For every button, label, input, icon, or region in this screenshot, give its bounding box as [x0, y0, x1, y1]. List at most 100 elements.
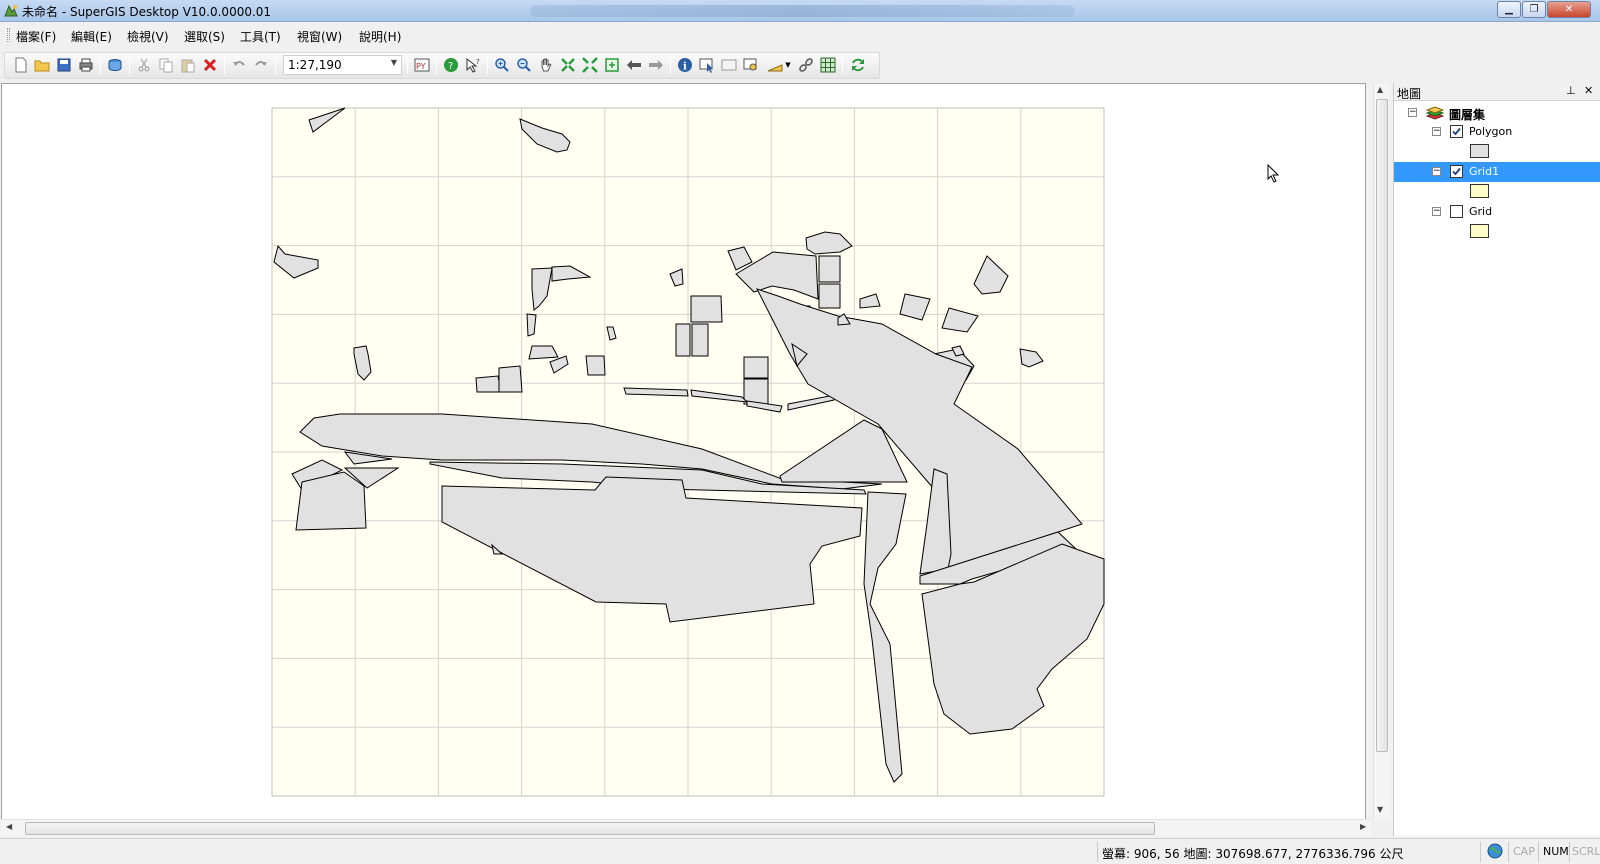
map-polygon — [498, 365, 523, 393]
previous-extent-button[interactable] — [625, 56, 643, 74]
undo-button[interactable] — [230, 56, 248, 74]
copy-icon — [159, 58, 173, 73]
close-icon: ✕ — [1564, 4, 1574, 15]
menu-grip[interactable] — [7, 28, 10, 42]
overview-button[interactable] — [819, 56, 837, 74]
menu-file[interactable]: 檔案(F) — [16, 28, 56, 45]
pan-button[interactable] — [537, 56, 555, 74]
refresh-button[interactable] — [849, 56, 867, 74]
collapse-icon[interactable]: − — [1408, 108, 1417, 117]
hyperlink-button[interactable] — [797, 56, 815, 74]
measure-dropdown[interactable]: ▼ — [784, 56, 792, 74]
scroll-right-icon[interactable]: ▶ — [1360, 822, 1366, 831]
map-polygon — [818, 283, 841, 309]
minimize-icon: ▁ — [1505, 4, 1513, 15]
legend-swatch[interactable] — [1470, 224, 1489, 238]
collapse-icon[interactable]: − — [1432, 127, 1441, 136]
legend-swatch[interactable] — [1470, 144, 1489, 158]
menu-window[interactable]: 視窗(W) — [297, 28, 342, 45]
save-button[interactable] — [55, 56, 73, 74]
redo-button[interactable] — [252, 56, 270, 74]
vertical-scrollbar[interactable]: ▲ ▼ — [1373, 83, 1389, 819]
toolbar-separator — [275, 57, 276, 74]
identify-button[interactable]: i — [676, 56, 694, 74]
clear-selection-button[interactable] — [720, 56, 738, 74]
undo-icon — [233, 61, 245, 66]
scroll-left-icon[interactable]: ◀ — [6, 822, 12, 831]
pin-icon[interactable]: ⊥ — [1566, 84, 1576, 97]
fixed-zoom-out-icon — [582, 57, 598, 73]
select-features-button[interactable] — [698, 56, 716, 74]
toolbar-separator — [842, 57, 843, 74]
zoom-out-icon — [517, 58, 531, 72]
menu-help[interactable]: 說明(H) — [359, 28, 401, 45]
chevron-down-icon[interactable]: ▼ — [391, 58, 397, 67]
scroll-down-icon[interactable]: ▼ — [1377, 805, 1383, 814]
help-button[interactable]: ? — [442, 56, 460, 74]
toolbar-separator — [436, 57, 437, 74]
title-bar: 未命名 - SuperGIS Desktop V10.0.0000.01 ▁ ❐… — [0, 0, 1600, 22]
status-separator — [1538, 842, 1539, 862]
new-document-button[interactable] — [12, 56, 30, 74]
add-data-button[interactable] — [106, 56, 124, 74]
minimize-button[interactable]: ▁ — [1497, 1, 1521, 18]
layer-group-row[interactable]: − 圖層集 — [1394, 103, 1600, 123]
toolbar: 1:27,190 ▼ PY ? ? i ▼ — [0, 52, 1600, 80]
open-button[interactable] — [33, 56, 51, 74]
measure-button[interactable] — [766, 56, 784, 74]
fixed-zoom-in-button[interactable] — [559, 56, 577, 74]
python-button[interactable]: PY — [413, 56, 431, 74]
next-extent-button[interactable] — [647, 56, 665, 74]
close-panel-icon[interactable]: ✕ — [1584, 84, 1593, 97]
status-separator — [1508, 842, 1509, 862]
toolbar-separator — [670, 57, 671, 74]
legend-swatch[interactable] — [1470, 184, 1489, 198]
scroll-up-icon[interactable]: ▲ — [1377, 85, 1383, 94]
print-button[interactable] — [77, 56, 95, 74]
layer-visibility-checkbox[interactable] — [1450, 125, 1463, 138]
cut-button[interactable] — [135, 56, 153, 74]
checkmark-icon — [1452, 127, 1461, 136]
layer-visibility-checkbox[interactable] — [1450, 205, 1463, 218]
copy-button[interactable] — [157, 56, 175, 74]
scale-combobox[interactable]: 1:27,190 ▼ — [283, 55, 402, 75]
mouse-cursor-icon — [1267, 164, 1279, 183]
map-canvas[interactable] — [2, 84, 1366, 823]
layer-row-grid1[interactable]: − Grid1 — [1394, 162, 1600, 182]
layer-row-polygon[interactable]: − Polygon — [1394, 122, 1600, 142]
map-view[interactable] — [1, 83, 1366, 823]
full-extent-button[interactable] — [603, 56, 621, 74]
collapse-icon[interactable]: − — [1432, 167, 1441, 176]
close-button[interactable]: ✕ — [1547, 1, 1591, 18]
paste-button[interactable] — [179, 56, 197, 74]
refresh-icon — [852, 58, 864, 72]
add-data-icon — [108, 59, 122, 72]
collapse-icon[interactable]: − — [1432, 207, 1441, 216]
map-tips-button[interactable] — [742, 56, 760, 74]
horizontal-scroll-thumb[interactable] — [25, 822, 1155, 835]
layer-row-grid[interactable]: − Grid — [1394, 202, 1600, 222]
menu-view[interactable]: 檢視(V) — [127, 28, 169, 45]
toolbar-separator — [487, 57, 488, 74]
checkmark-icon — [1452, 167, 1461, 176]
zoom-in-button[interactable] — [493, 56, 511, 74]
menu-tools[interactable]: 工具(T) — [240, 28, 281, 45]
menu-select[interactable]: 選取(S) — [184, 28, 225, 45]
open-folder-icon — [34, 60, 50, 72]
toc-title: 地圖 — [1397, 87, 1422, 101]
num-lock-indicator: NUM — [1543, 845, 1569, 858]
full-extent-icon — [605, 58, 619, 72]
horizontal-scrollbar[interactable]: ◀ ▶ — [1, 819, 1371, 836]
status-separator — [1097, 842, 1098, 862]
redo-icon — [255, 61, 267, 66]
vertical-scroll-thumb[interactable] — [1376, 99, 1388, 752]
delete-button[interactable] — [201, 56, 219, 74]
layer-visibility-checkbox[interactable] — [1450, 165, 1463, 178]
zoom-out-button[interactable] — [515, 56, 533, 74]
clear-selection-icon — [721, 59, 737, 71]
new-document-icon — [15, 57, 27, 73]
maximize-button[interactable]: ❐ — [1522, 1, 1546, 18]
whats-this-button[interactable]: ? — [464, 56, 482, 74]
menu-edit[interactable]: 編輯(E) — [71, 28, 112, 45]
fixed-zoom-out-button[interactable] — [581, 56, 599, 74]
